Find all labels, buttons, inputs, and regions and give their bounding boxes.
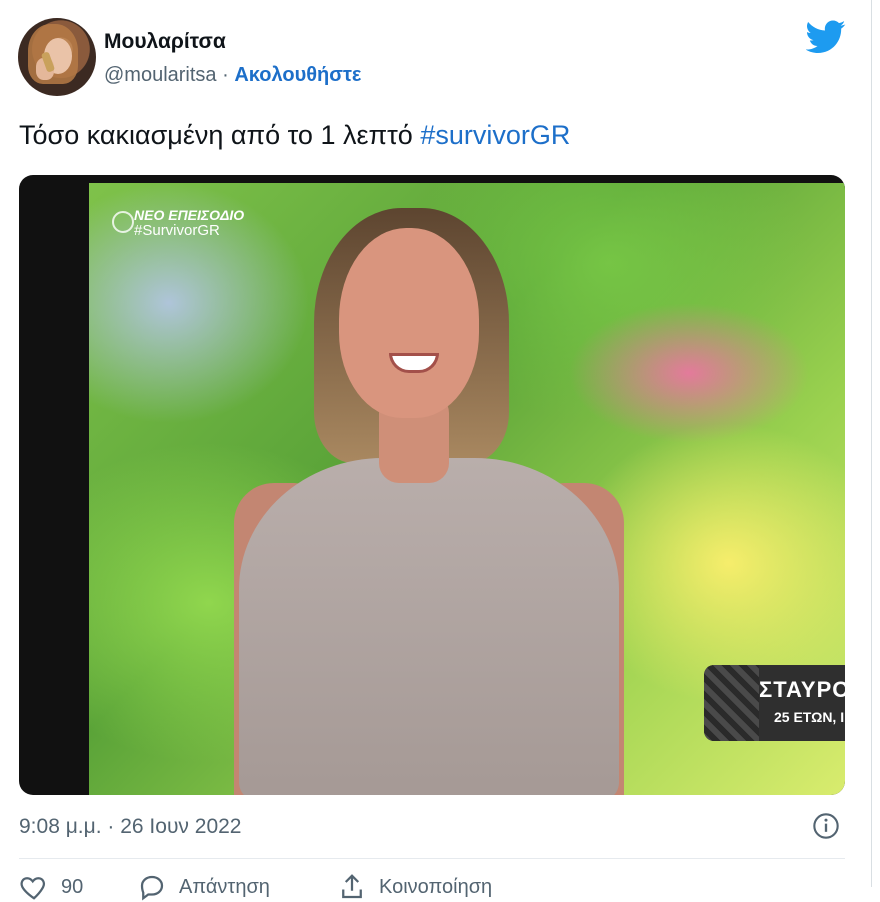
nameplate-pattern bbox=[704, 665, 759, 741]
author-handle[interactable]: @moularitsa bbox=[104, 64, 217, 86]
reply-label: Απάντηση bbox=[179, 875, 270, 898]
reply-button[interactable]: Απάντηση bbox=[137, 872, 270, 902]
follow-button[interactable]: Ακολουθήστε bbox=[234, 64, 361, 86]
divider bbox=[19, 858, 845, 859]
share-icon bbox=[342, 874, 362, 899]
twitter-bird-icon[interactable] bbox=[806, 20, 846, 54]
heart-icon bbox=[20, 877, 46, 900]
likes-count: 90 bbox=[61, 875, 84, 898]
author-handle-row: @moularitsa · Ακολουθήστε bbox=[104, 64, 361, 87]
hashtag-link[interactable]: #survivorGR bbox=[420, 120, 570, 150]
author-display-name[interactable]: Μουλαρίτσα bbox=[104, 30, 226, 54]
tweet-timestamp[interactable]: 9:08 μ.μ. · 26 Ιουν 2022 bbox=[19, 815, 241, 839]
channel-logo-icon bbox=[112, 211, 134, 233]
channel-overlay-hashtag: #SurvivorGR bbox=[134, 222, 220, 239]
like-button[interactable]: 90 bbox=[19, 872, 83, 902]
share-label: Κοινοποίηση bbox=[379, 875, 493, 898]
person-tank-top bbox=[239, 458, 619, 795]
tweet-media[interactable]: ΝΕΟ ΕΠΕΙΣΟΔΙΟ #SurvivorGR ΣΤΑΥΡΟ 25 ΕΤΩΝ… bbox=[19, 175, 845, 795]
channel-overlay: ΝΕΟ ΕΠΕΙΣΟΔΙΟ #SurvivorGR bbox=[112, 207, 245, 239]
contestant-nameplate: ΣΤΑΥΡΟ 25 ΕΤΩΝ, Ι bbox=[704, 665, 845, 741]
tweet-text: Τόσο κακιασμένη από το 1 λεπτό #survivor… bbox=[19, 120, 570, 151]
tweet-card: Μουλαρίτσα @moularitsa · Ακολουθήστε Τόσ… bbox=[0, 0, 872, 901]
tweet-body: Τόσο κακιασμένη από το 1 λεπτό bbox=[19, 120, 413, 150]
channel-overlay-title: ΝΕΟ ΕΠΕΙΣΟΔΙΟ bbox=[134, 207, 245, 223]
info-icon[interactable] bbox=[812, 812, 840, 840]
share-button[interactable]: Κοινοποίηση bbox=[337, 872, 492, 902]
handle-separator: · bbox=[222, 64, 229, 86]
avatar[interactable] bbox=[18, 18, 96, 96]
nameplate-age: 25 ΕΤΩΝ, Ι bbox=[774, 709, 845, 725]
reply-icon bbox=[140, 875, 164, 901]
nameplate-name: ΣΤΑΥΡΟ bbox=[759, 677, 845, 702]
person-face bbox=[339, 228, 479, 418]
